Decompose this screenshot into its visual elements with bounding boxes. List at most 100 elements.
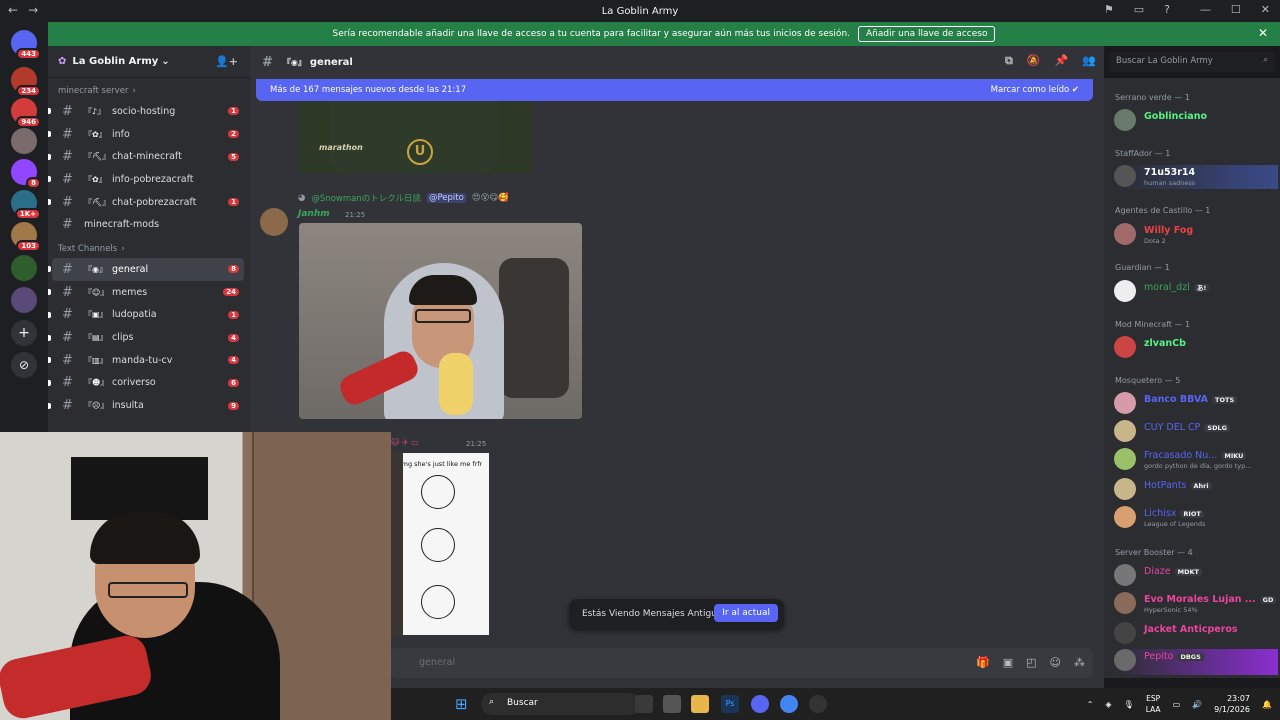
unread-badge: 24 [223,288,239,297]
message-author[interactable]: Janhm [298,209,330,219]
reply-preview[interactable]: ◕ @Snowmanのトレクル日誌 @Pepito 😍😵😋🥰 [298,192,509,204]
category-header[interactable]: minecraft server › [48,78,250,100]
close-banner-icon[interactable]: ✕ [1258,26,1268,40]
member-item[interactable]: Fracasado Nu... MIKU gordo python de día, … [1114,448,1278,472]
gift-icon[interactable]: 🎁 [976,656,990,669]
channel-item[interactable]: # 『✿』 info-pobrezacraft [48,168,244,191]
tray-chevron-icon[interactable]: ⌃ [1087,700,1094,709]
add-server-icon[interactable]: + [11,320,37,346]
channel-item[interactable]: # 『♪』 socio-hosting 1 [48,100,244,123]
forward-arrow-icon[interactable]: → [28,3,38,17]
meme-image[interactable]: omg she's just like me frfr [391,453,489,635]
maximize-icon[interactable]: ☐ [1231,3,1241,16]
notifications-icon[interactable]: 🔔 [1262,700,1272,709]
emoji-icon[interactable]: ☺ [1050,656,1061,669]
inbox-icon[interactable]: ⚑ [1104,3,1114,16]
channel-item[interactable]: # minecraft-mods [52,213,244,236]
guild-icon[interactable] [11,287,37,313]
search-input[interactable]: Buscar La Goblin Army ⌕ [1110,52,1274,72]
gif-icon[interactable]: ▣ [1003,656,1013,669]
member-item[interactable]: Evo Morales Lujan ... GD HyperSonic 54% [1114,592,1278,616]
member-item[interactable]: moral_dzl あ! [1114,280,1278,304]
obs-icon[interactable] [809,695,827,713]
close-window-icon[interactable]: ✕ [1261,3,1270,16]
member-item[interactable]: 71u53r14 human sadness [1114,165,1278,189]
add-passkey-button[interactable]: Añadir una llave de acceso [858,26,996,42]
message-image[interactable]: Umarathon [299,101,532,174]
minimize-icon[interactable]: — [1200,3,1211,16]
member-name-text: CUY DEL CP [1144,422,1201,433]
app-icon[interactable] [663,695,681,713]
hash-icon: # [62,149,73,165]
mic-icon[interactable]: 🎙 [1124,700,1134,709]
member-item[interactable]: Goblinciano [1114,109,1278,133]
channel-item[interactable]: # 『✿』 info 2 [48,123,244,146]
display-icon[interactable]: ▭ [1173,700,1181,709]
server-header[interactable]: ✿ La Goblin Army ⌄ 👤+ [48,46,250,78]
network-icon[interactable]: ◈ [1105,700,1111,709]
sticker-icon[interactable]: ◰ [1026,656,1036,669]
language-indicator[interactable]: ESP LAA [1146,693,1161,715]
screen-icon[interactable]: ▭ [1134,3,1144,16]
jump-to-present-button[interactable]: Ir al actual [714,604,778,622]
new-messages-bar[interactable]: Más de 167 mensajes nuevos desde las 21:… [256,79,1093,101]
guild-icon[interactable]: 103 [11,222,41,252]
volume-icon[interactable]: 🔊 [1192,700,1202,709]
member-item[interactable]: HotPants Ahri [1114,478,1278,502]
channel-item[interactable]: # 『⛏』 chat-pobrezacraft 1 [48,191,244,214]
reply-avatar-icon: ◕ [298,193,306,203]
channel-name: info-pobrezacraft [112,173,194,185]
pin-icon[interactable]: 📌 [1055,54,1069,68]
guild-icon[interactable]: 1K+ [11,190,41,220]
category-header[interactable]: Text Channels › [48,236,250,258]
member-item[interactable]: zlvanCb [1114,336,1278,360]
member-list-icon[interactable]: 👥 [1082,54,1096,68]
avatar[interactable] [260,208,288,236]
channel-item[interactable]: # 『☺』 memes 24 [48,281,244,304]
avatar [1114,392,1136,414]
channel-item[interactable]: # 『☻』 coriverso 6 [48,372,244,395]
message-image[interactable] [299,223,582,419]
windows-start-icon[interactable]: ⊞ [455,696,471,712]
member-item[interactable]: Banco BBVA TOTS [1114,392,1278,416]
back-arrow-icon[interactable]: ← [8,3,18,17]
guild-badge: 8 [26,177,41,189]
help-icon[interactable]: ? [1164,3,1170,16]
mark-read-button[interactable]: Marcar como leído ✔ [991,85,1079,95]
guild-icon[interactable] [11,128,37,154]
guild-icon[interactable]: 946 [11,98,41,128]
mute-bell-icon[interactable]: 🔕 [1027,54,1041,68]
message-header: 🐱 ✈ ▭ [391,438,419,447]
apps-icon[interactable]: ⁂ [1074,656,1085,669]
guild-icon[interactable]: 234 [11,67,41,97]
member-item[interactable]: Willy Fog Dota 2 [1114,223,1278,247]
channel-item-selected[interactable]: # 『◉』 general 8 [48,258,244,281]
discord-icon[interactable] [751,695,769,713]
guild-icon[interactable] [11,255,37,281]
invite-people-icon[interactable]: 👤+ [215,55,238,68]
channel-item[interactable]: # 『▣』 ludopatia 1 [48,304,244,327]
message-input[interactable]: general 🎁 ▣ ◰ ☺ ⁂ [391,648,1093,678]
member-name-text: Lichisx [1144,508,1177,519]
threads-icon[interactable]: ⧉ [1005,54,1013,68]
guild-icon[interactable]: 8 [11,159,41,189]
mention[interactable]: @Pepito [426,193,466,203]
hash-icon: # [62,375,73,391]
channel-item[interactable]: # 『⛏』 chat-minecraft 5 [48,145,244,168]
channel-item[interactable]: # 『▤』 clips 4 [48,326,244,349]
channel-item[interactable]: # 『▥』 manda-tu-cv 4 [48,349,244,372]
member-item[interactable]: Lichisx RIOT League of Legends [1114,506,1278,530]
member-item[interactable]: Pepito DBGS [1114,649,1278,675]
chrome-icon[interactable] [780,695,798,713]
member-item[interactable]: Jacket Anticperos [1114,622,1278,646]
clock[interactable]: 23:07 9/1/2026 [1214,693,1250,715]
taskbar-search[interactable]: ⌕ Buscar [481,693,641,715]
member-item[interactable]: Diaze MDKT [1114,564,1278,588]
discover-icon[interactable]: ⊘ [11,352,37,378]
photoshop-icon[interactable]: Ps [721,695,739,713]
member-item[interactable]: CUY DEL CP SDLG [1114,420,1278,444]
task-view-icon[interactable] [635,695,653,713]
dm-home-button[interactable]: 443 [11,30,41,60]
channel-item[interactable]: # 『☹』 insulta 9 [48,394,244,417]
file-explorer-icon[interactable] [691,695,709,713]
